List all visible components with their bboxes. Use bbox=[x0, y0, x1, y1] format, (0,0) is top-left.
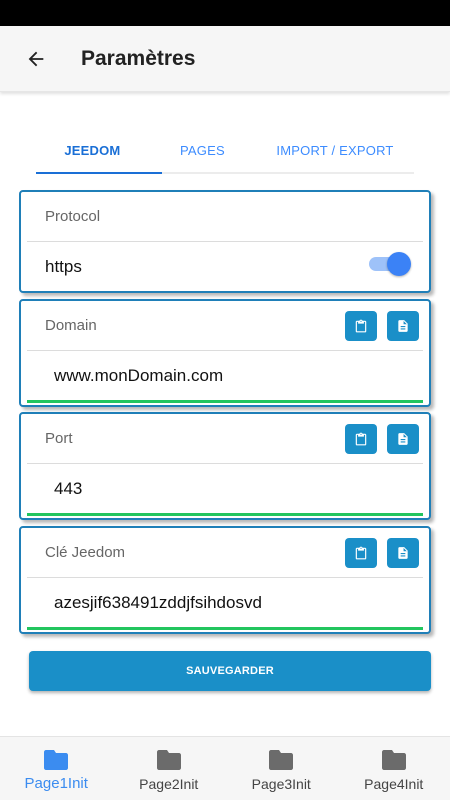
clipboard-paste-icon bbox=[355, 432, 367, 445]
file-copy-icon bbox=[398, 319, 408, 332]
port-paste-button[interactable] bbox=[345, 423, 377, 454]
port-input[interactable]: 443 bbox=[54, 479, 82, 499]
domain-input[interactable]: www.monDomain.com bbox=[54, 366, 223, 386]
port-underline bbox=[27, 513, 423, 516]
page-title: Paramètres bbox=[81, 46, 196, 70]
active-tab-indicator bbox=[36, 172, 162, 174]
key-paste-button[interactable] bbox=[345, 537, 377, 568]
nav-item-page4init[interactable]: Page4Init bbox=[338, 737, 450, 800]
arrow-left-icon bbox=[28, 51, 44, 66]
file-copy-icon bbox=[398, 432, 408, 445]
key-header: Clé Jeedom bbox=[27, 528, 423, 578]
tab-jeedom[interactable]: JEEDOM bbox=[36, 128, 149, 172]
nav-item-page2init[interactable]: Page2Init bbox=[113, 737, 226, 800]
domain-body[interactable]: www.monDomain.com bbox=[27, 351, 423, 401]
port-copy-button[interactable] bbox=[387, 423, 419, 454]
folder-icon bbox=[269, 750, 294, 770]
domain-paste-button[interactable] bbox=[345, 310, 377, 341]
toggle-thumb bbox=[387, 252, 411, 276]
app-bar: Paramètres bbox=[0, 26, 450, 92]
domain-copy-button[interactable] bbox=[387, 310, 419, 341]
tab-bar: JEEDOM PAGES IMPORT / EXPORT bbox=[36, 128, 414, 174]
nav-label: Page3Init bbox=[251, 776, 311, 792]
nav-item-page3init[interactable]: Page3Init bbox=[225, 737, 338, 800]
protocol-label: Protocol bbox=[45, 208, 101, 225]
domain-card: Domain www.monDomain.com bbox=[19, 299, 431, 407]
protocol-card: Protocol https bbox=[19, 190, 431, 293]
status-bar bbox=[0, 0, 450, 26]
file-copy-icon bbox=[398, 546, 408, 559]
back-button[interactable] bbox=[18, 41, 54, 77]
port-header: Port bbox=[27, 414, 423, 464]
domain-label: Domain bbox=[45, 317, 97, 334]
bottom-navigation: Page1Init Page2Init Page3Init Page4Init bbox=[0, 736, 450, 800]
save-button[interactable]: SAUVEGARDER bbox=[29, 651, 431, 691]
protocol-body: https bbox=[27, 242, 423, 292]
key-copy-button[interactable] bbox=[387, 537, 419, 568]
key-body[interactable]: azesjif638491zddjfsihdosvd bbox=[27, 578, 423, 628]
folder-icon bbox=[156, 750, 181, 770]
clipboard-paste-icon bbox=[355, 319, 367, 332]
protocol-value: https bbox=[45, 257, 82, 276]
folder-icon bbox=[381, 750, 406, 770]
domain-header: Domain bbox=[27, 301, 423, 351]
key-underline bbox=[27, 627, 423, 630]
protocol-header: Protocol bbox=[27, 192, 423, 242]
key-label: Clé Jeedom bbox=[45, 544, 126, 561]
port-body[interactable]: 443 bbox=[27, 464, 423, 514]
tab-import-export[interactable]: IMPORT / EXPORT bbox=[256, 128, 414, 172]
folder-icon bbox=[44, 750, 69, 770]
nav-item-page1init[interactable]: Page1Init bbox=[0, 737, 113, 800]
key-card: Clé Jeedom azesjif638491zddjfsihdosvd bbox=[19, 526, 431, 634]
nav-label: Page4Init bbox=[364, 776, 424, 792]
clipboard-paste-icon bbox=[355, 546, 367, 559]
https-toggle[interactable] bbox=[369, 252, 411, 276]
port-label: Port bbox=[45, 430, 73, 447]
tab-pages[interactable]: PAGES bbox=[149, 128, 256, 172]
nav-label: Page1Init bbox=[24, 775, 88, 792]
nav-label: Page2Init bbox=[139, 776, 199, 792]
port-card: Port 443 bbox=[19, 412, 431, 520]
key-input[interactable]: azesjif638491zddjfsihdosvd bbox=[54, 593, 262, 613]
domain-underline bbox=[27, 400, 423, 403]
